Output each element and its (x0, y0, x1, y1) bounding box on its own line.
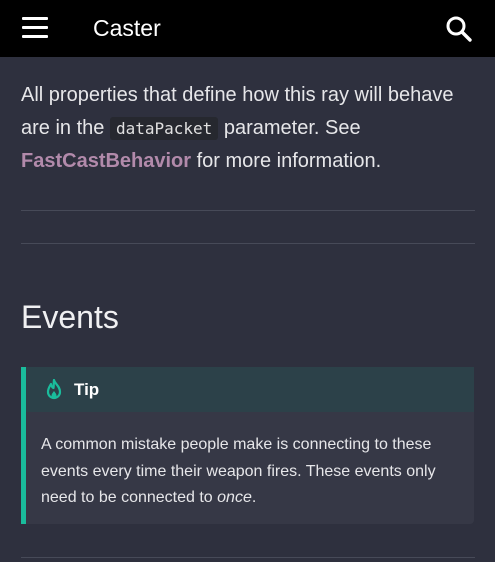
menu-button[interactable] (22, 17, 48, 39)
app-title: Caster (93, 15, 161, 41)
divider (21, 243, 475, 244)
divider (21, 210, 475, 211)
flame-icon (46, 378, 62, 399)
fastcastbehavior-link[interactable]: FastCastBehavior (21, 150, 191, 172)
intro-text: parameter. See (223, 117, 361, 139)
main-content: All properties that define how this ray … (21, 57, 475, 558)
inline-code: dataPacket (109, 117, 219, 140)
app-bar: Caster (0, 0, 495, 57)
tip-header: Tip (26, 367, 474, 412)
search-button[interactable] (444, 14, 474, 44)
intro-paragraph: All properties that define how this ray … (21, 79, 475, 178)
tip-body-emphasis: once (217, 489, 252, 506)
intro-text: for more information. (196, 150, 382, 172)
tip-body: A common mistake people make is connecti… (26, 412, 474, 512)
tip-callout: Tip A common mistake people make is conn… (21, 367, 474, 524)
search-icon (446, 16, 472, 42)
divider (21, 557, 475, 558)
tip-title: Tip (74, 379, 100, 399)
section-heading-events: Events (21, 299, 119, 335)
tip-body-end: . (251, 489, 257, 506)
